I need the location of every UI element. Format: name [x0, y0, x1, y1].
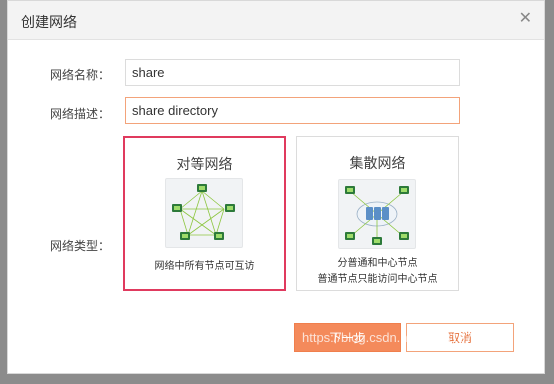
- hub-network-diagram-icon: [338, 179, 416, 249]
- dialog-titlebar: 创建网络 ✕: [8, 1, 544, 40]
- network-desc-input[interactable]: [125, 97, 460, 124]
- network-desc-label: 网络描述：: [50, 107, 111, 121]
- hub-network-desc-line-2: 普通节点只能访问中心节点: [317, 274, 438, 285]
- network-name-label: 网络名称：: [50, 68, 111, 82]
- create-network-dialog: 创建网络 ✕ 网络名称： 网络描述： 网络类型： 对等网络: [7, 0, 545, 374]
- hub-network-option[interactable]: 集散网络 分普通和中心节点 普通节点只能访问中心节点: [296, 136, 459, 291]
- peer-network-desc: 网络中所有节点可互访: [154, 261, 255, 272]
- hub-network-title: 集散网络: [349, 155, 406, 171]
- peer-network-diagram-icon: [165, 178, 243, 248]
- dialog-title: 创建网络: [21, 14, 77, 30]
- watermark-text: https://blog.csdn.net/qq_31878855: [302, 330, 502, 345]
- hub-network-desc-line-1: 分普通和中心节点: [337, 258, 418, 269]
- peer-network-option[interactable]: 对等网络 网络中所有节点可互访: [123, 136, 286, 291]
- network-type-label: 网络类型：: [50, 239, 111, 253]
- network-name-input[interactable]: [125, 59, 460, 86]
- peer-network-title: 对等网络: [176, 156, 233, 172]
- close-icon[interactable]: ✕: [519, 9, 532, 29]
